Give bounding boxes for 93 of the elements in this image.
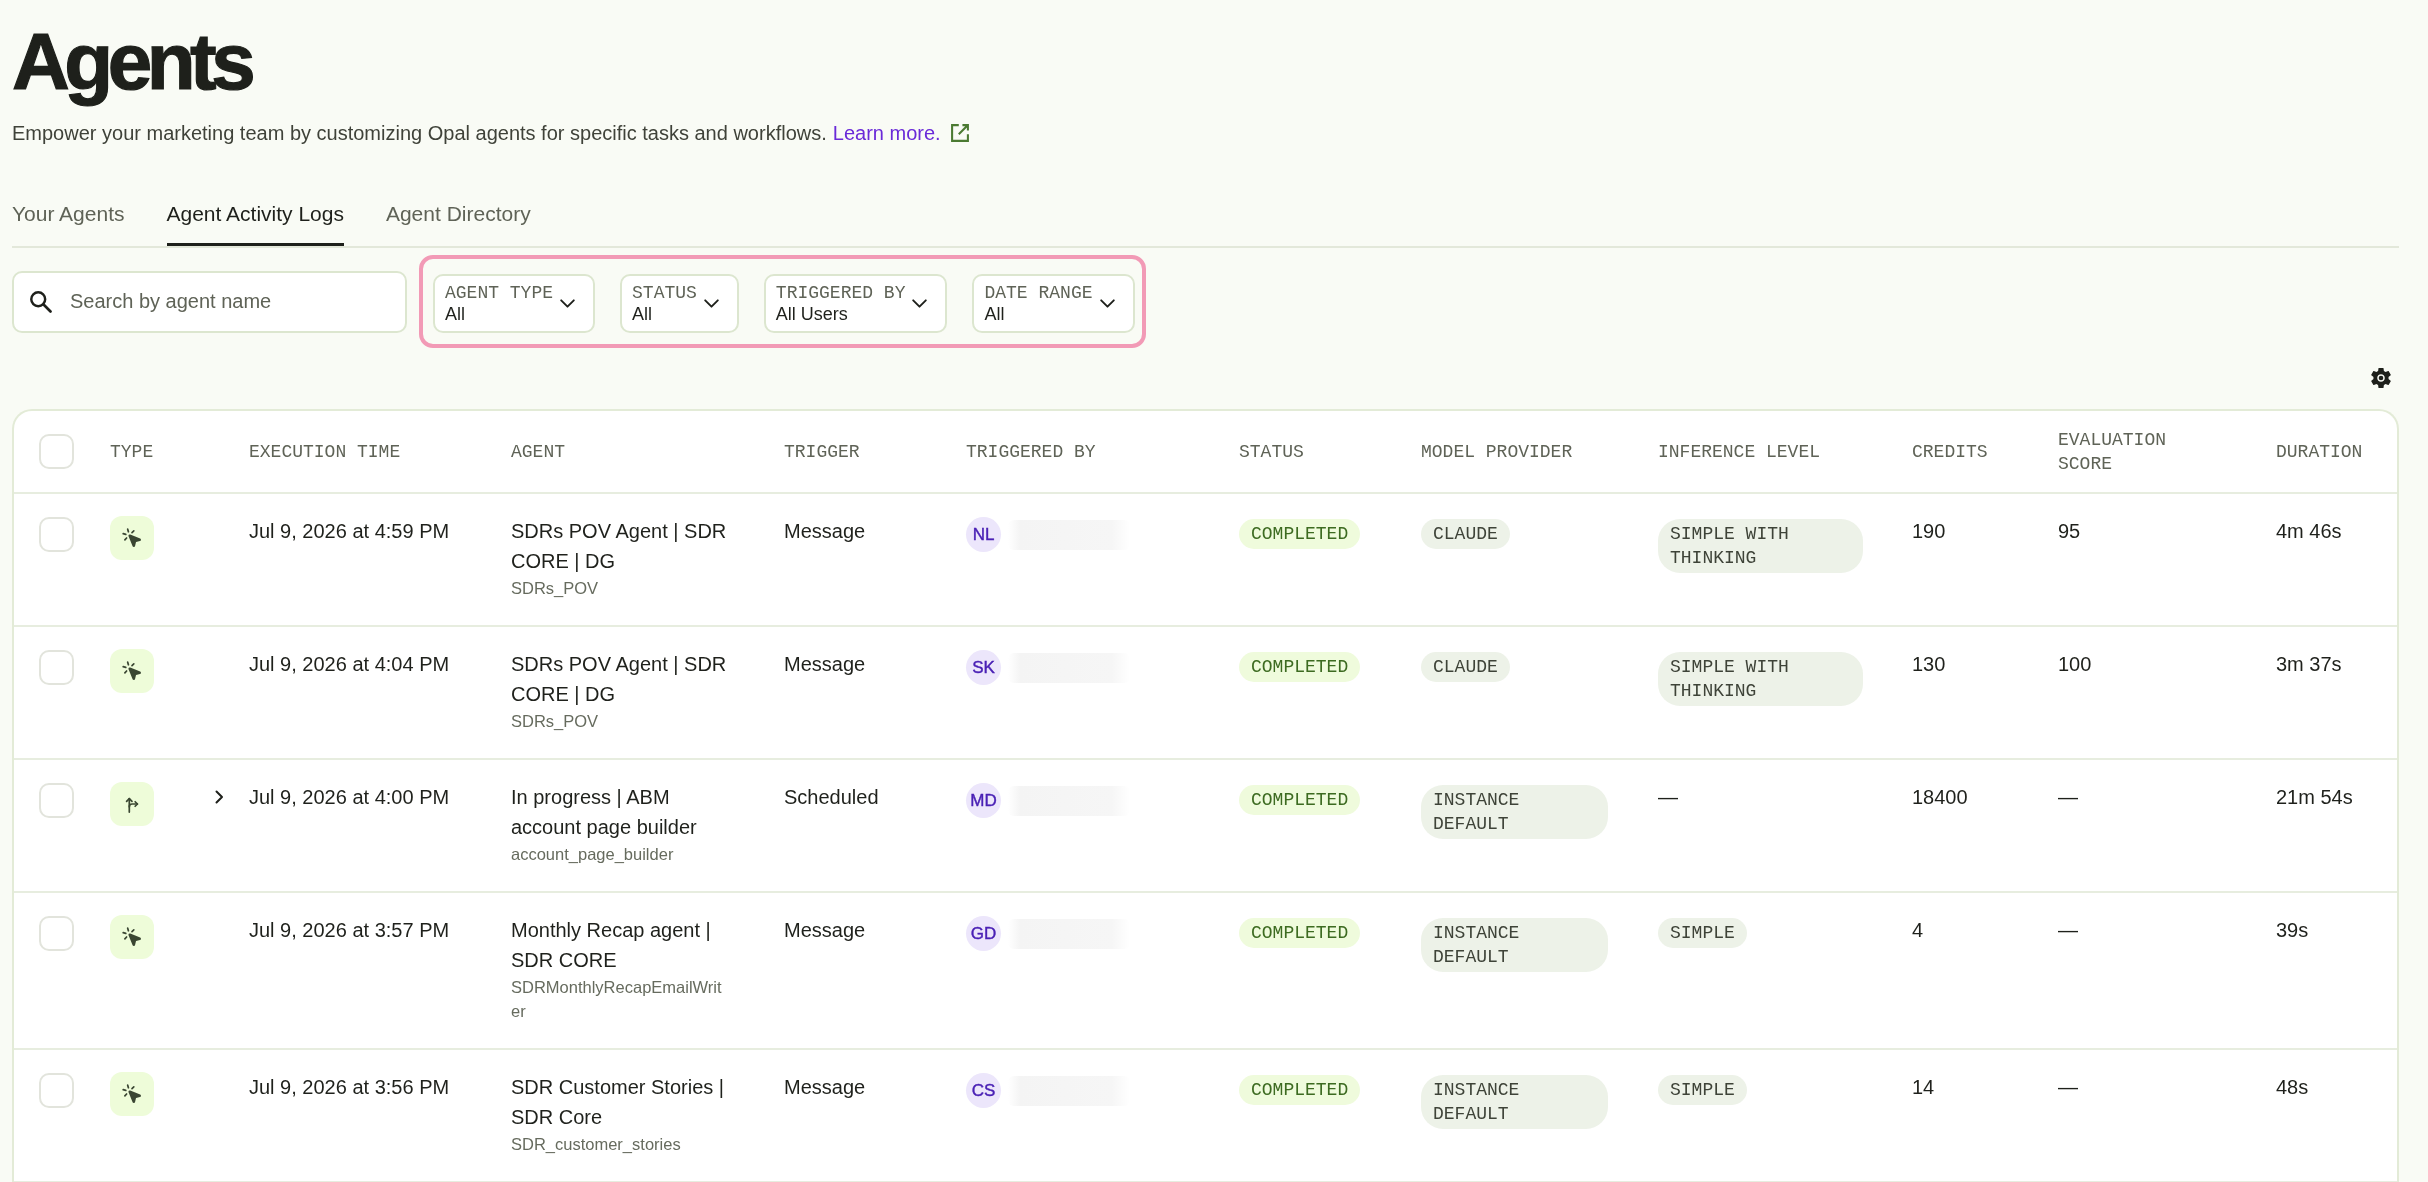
column-header: MODEL PROVIDER (1421, 440, 1573, 464)
column-header: INFERENCE LEVEL (1658, 440, 1821, 464)
model-badge: CLAUDE (1421, 652, 1510, 682)
model-badge: INSTANCE DEFAULT (1421, 785, 1608, 839)
settings-icon[interactable] (2371, 368, 2391, 388)
execution-time: Jul 9, 2026 at 4:59 PM (249, 520, 450, 542)
filter-dropdown[interactable]: TRIGGERED BY All Users (763, 274, 948, 333)
agent-name: SDRs POV Agent | SDR CORE | DG (511, 519, 728, 574)
chevron-down-icon (703, 299, 719, 308)
tab[interactable]: Agent Directory (385, 201, 531, 246)
credits-value: 14 (1912, 1076, 1935, 1098)
row-checkbox[interactable] (39, 916, 74, 951)
agent-id: SDRs_POV (511, 711, 600, 732)
agent-id: SDRs_POV (511, 578, 600, 599)
duration-value: 4m 46s (2276, 520, 2342, 542)
score-value: — (2058, 1076, 2078, 1098)
inference-value: — (1658, 786, 1678, 808)
row-checkbox[interactable] (39, 517, 74, 552)
credits-value: 130 (1912, 653, 1946, 675)
agent-name: Monthly Recap agent | SDR CORE (511, 918, 712, 973)
search-icon (30, 290, 52, 313)
duration-value: 39s (2276, 919, 2309, 941)
status-badge: COMPLETED (1239, 652, 1361, 682)
cursor-click-icon (110, 1072, 154, 1116)
column-header: EXECUTION TIME (249, 440, 401, 464)
execution-time: Jul 9, 2026 at 4:04 PM (249, 653, 450, 675)
row-checkbox[interactable] (39, 650, 74, 685)
model-badge: INSTANCE DEFAULT (1421, 918, 1608, 972)
row-checkbox[interactable] (39, 1073, 74, 1108)
credits-value: 4 (1912, 919, 1924, 941)
user-avatar: MD (966, 783, 1001, 818)
trigger-type: Message (784, 653, 866, 675)
select-all-checkbox[interactable] (39, 434, 74, 469)
column-header: TYPE (110, 440, 154, 464)
trigger-type: Message (784, 520, 866, 542)
column-header: STATUS (1239, 440, 1304, 464)
duration-value: 48s (2276, 1076, 2309, 1098)
agent-id: SDR_customer_stories (511, 1134, 682, 1155)
tab[interactable]: Your Agents (12, 201, 125, 246)
row-checkbox[interactable] (39, 783, 74, 818)
execution-time: Jul 9, 2026 at 3:57 PM (249, 919, 450, 941)
agent-id: account_page_builder (511, 844, 675, 865)
model-badge: INSTANCE DEFAULT (1421, 1075, 1608, 1129)
status-badge: COMPLETED (1239, 519, 1361, 549)
user-avatar: SK (966, 650, 1001, 685)
score-value: 95 (2058, 520, 2081, 542)
inference-badge: SIMPLE (1658, 918, 1747, 948)
credits-value: 190 (1912, 520, 1946, 542)
inference-badge: SIMPLE (1658, 1075, 1747, 1105)
agent-name: SDR Customer Stories | SDR Core (511, 1075, 726, 1130)
user-avatar: GD (966, 916, 1001, 951)
column-header: CREDITS (1912, 440, 1988, 464)
chevron-down-icon (912, 299, 928, 308)
filter-dropdown[interactable]: AGENT TYPE All (433, 274, 596, 333)
learn-more-link[interactable]: Learn more. (832, 122, 969, 144)
column-header: TRIGGERED BY (966, 440, 1096, 464)
model-badge: CLAUDE (1421, 519, 1510, 549)
cursor-click-icon (110, 649, 154, 693)
credits-value: 18400 (1912, 786, 1968, 808)
column-header: TRIGGER (784, 440, 860, 464)
chevron-right-icon[interactable] (215, 790, 224, 804)
duration-value: 3m 37s (2276, 653, 2342, 675)
status-badge: COMPLETED (1239, 918, 1361, 948)
column-header: DURATION (2276, 440, 2363, 464)
column-header: EVALUATION SCORE (2058, 428, 2168, 476)
chevron-down-icon (1099, 299, 1115, 308)
agent-name: SDRs POV Agent | SDR CORE | DG (511, 652, 728, 707)
column-header: AGENT (511, 440, 565, 464)
agent-name: In progress | ABM account page builder (511, 785, 698, 840)
execution-time: Jul 9, 2026 at 4:00 PM (249, 786, 450, 808)
inference-badge: SIMPLE WITH THINKING (1658, 652, 1863, 706)
agent-id: SDRMonthlyRecapEmailWriter (511, 977, 723, 1022)
score-value: 100 (2058, 653, 2092, 675)
trigger-type: Scheduled (784, 786, 879, 808)
trigger-type: Message (784, 1076, 866, 1098)
inference-badge: SIMPLE WITH THINKING (1658, 519, 1863, 573)
cursor-click-icon (110, 516, 154, 560)
status-badge: COMPLETED (1239, 1075, 1361, 1105)
trigger-type: Message (784, 919, 866, 941)
search-field[interactable]: Search by agent name (12, 270, 407, 333)
chevron-down-icon (560, 299, 576, 308)
duration-value: 21m 54s (2276, 786, 2353, 808)
status-badge: COMPLETED (1239, 785, 1361, 815)
external-link-icon (950, 124, 969, 142)
user-avatar: CS (966, 1073, 1001, 1108)
cursor-click-icon (110, 915, 154, 959)
user-avatar: NL (966, 517, 1001, 552)
score-value: — (2058, 786, 2078, 808)
page-description: Empower your marketing team by customizing Opal agents for specific tasks and workflows. Learn more. (12, 119, 969, 147)
filter-dropdown[interactable]: DATE RANGE All (972, 274, 1135, 333)
execution-time: Jul 9, 2026 at 3:56 PM (249, 1076, 450, 1098)
filter-dropdown[interactable]: STATUS All (620, 274, 739, 333)
score-value: — (2058, 919, 2078, 941)
